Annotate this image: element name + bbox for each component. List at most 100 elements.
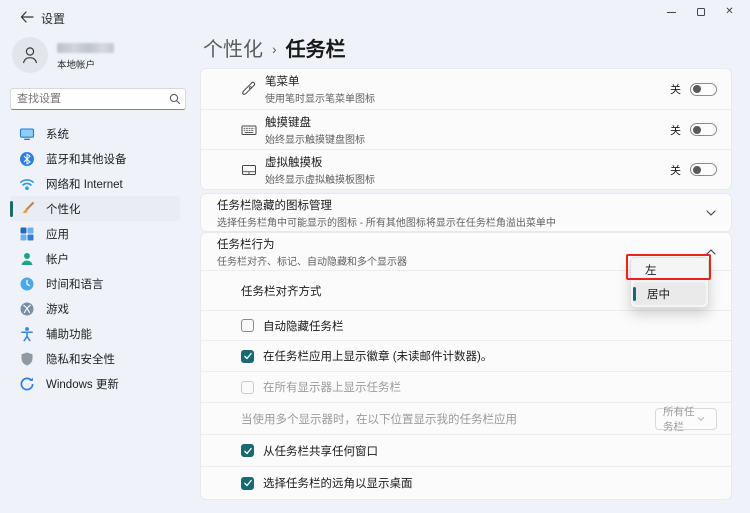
touch-keyboard-icon — [241, 122, 257, 138]
toggle-state-label: 关 — [670, 124, 681, 137]
avatar[interactable] — [12, 37, 48, 73]
pen-menu-toggle[interactable] — [690, 82, 717, 96]
row-title: 笔菜单 — [265, 76, 300, 88]
section-title: 任务栏隐藏的图标管理 — [217, 199, 332, 212]
checkbox-label: 在任务栏应用上显示徽章 (未读邮件计数器)。 — [263, 351, 493, 363]
sidebar-item-network[interactable]: 网络和 Internet — [10, 171, 180, 196]
chevron-up-icon[interactable] — [705, 246, 717, 258]
back-button[interactable] — [18, 8, 36, 26]
window-controls: ✕ — [657, 2, 744, 22]
checkbox-label: 选择任务栏的远角以显示桌面 — [263, 478, 413, 490]
minimize-button[interactable] — [657, 2, 686, 22]
auto-hide-row: 自动隐藏任务栏 — [201, 310, 731, 340]
account-type-label: 本地帐户 — [57, 60, 96, 71]
check-icon — [243, 479, 252, 487]
pen-menu-row: 笔菜单 使用笔时显示笔菜单图标 关 — [201, 69, 731, 109]
breadcrumb-parent[interactable]: 个性化 — [203, 33, 263, 62]
sidebar-item-bluetooth[interactable]: 蓝牙和其他设备 — [10, 146, 180, 171]
breadcrumb: 个性化 › 任务栏 — [203, 33, 346, 62]
bluetooth-icon — [19, 151, 35, 167]
multi-display-select: 所有任务栏 — [655, 406, 717, 433]
sidebar-item-accounts[interactable]: 帐户 — [10, 246, 180, 271]
page-title: 任务栏 — [285, 39, 346, 61]
taskbar-corner-icons-card: 笔菜单 使用笔时显示笔菜单图标 关 触摸键盘 始终显示触摸键盘图标 关 虚拟触摸… — [200, 68, 732, 190]
share-window-row: 从任务栏共享任何窗口 — [201, 434, 731, 466]
all-displays-checkbox — [241, 380, 254, 394]
checkbox-label: 自动隐藏任务栏 — [263, 320, 344, 333]
sidebar-item-label: 网络和 Internet — [46, 178, 123, 191]
touch-keyboard-toggle[interactable] — [690, 123, 717, 136]
check-icon — [243, 447, 252, 454]
sidebar-item-time-language[interactable]: 时间和语言 — [10, 271, 180, 296]
breadcrumb-separator-icon: › — [272, 40, 277, 57]
close-icon: ✕ — [725, 6, 734, 17]
alignment-option-left[interactable]: 左 — [631, 258, 708, 282]
personalization-icon — [19, 201, 35, 217]
select-value: 所有任务栏 — [663, 405, 695, 433]
toggle-knob — [693, 125, 701, 134]
chevron-down-icon[interactable] — [705, 207, 717, 219]
close-button[interactable]: ✕ — [715, 2, 744, 22]
sidebar-item-label: 隐私和安全性 — [46, 353, 115, 366]
virtual-touchpad-toggle[interactable] — [690, 163, 717, 176]
row-subtitle: 始终显示触摸键盘图标 — [265, 134, 365, 146]
toggle-state-label: 关 — [670, 84, 681, 96]
sidebar-item-gaming[interactable]: 游戏 — [10, 296, 180, 321]
settings-search[interactable] — [10, 88, 186, 110]
multi-display-row: 当使用多个显示器时，在以下位置显示我的任务栏应用 所有任务栏 — [201, 402, 731, 434]
sidebar-item-personalization[interactable]: 个性化 — [10, 196, 180, 221]
search-input[interactable] — [11, 93, 165, 105]
all-displays-row: 在所有显示器上显示任务栏 — [201, 371, 731, 402]
option-label: 居中 — [647, 288, 670, 301]
sidebar-item-system[interactable]: 系统 — [10, 121, 180, 146]
auto-hide-checkbox[interactable] — [241, 319, 254, 332]
virtual-touchpad-icon — [241, 162, 257, 178]
far-corner-checkbox[interactable] — [241, 476, 254, 490]
sidebar-item-label: 系统 — [46, 128, 69, 141]
sidebar-item-label: Windows 更新 — [46, 378, 119, 391]
row-subtitle: 使用笔时显示笔菜单图标 — [265, 94, 375, 105]
user-name-redacted — [57, 43, 114, 53]
sidebar-item-label: 帐户 — [46, 253, 69, 266]
sidebar-item-privacy[interactable]: 隐私和安全性 — [10, 346, 180, 371]
network-icon — [19, 176, 35, 192]
accessibility-icon — [19, 326, 35, 342]
windows-update-icon — [19, 376, 35, 392]
sidebar-item-label: 应用 — [46, 228, 69, 241]
sidebar-item-windows-update[interactable]: Windows 更新 — [10, 371, 180, 396]
chevron-down-icon — [697, 415, 709, 423]
sidebar-item-label: 辅助功能 — [46, 328, 92, 341]
share-window-checkbox[interactable] — [241, 444, 254, 457]
alignment-option-center[interactable]: 居中 — [633, 282, 706, 305]
sidebar-nav: 系统 蓝牙和其他设备 网络和 Internet 个性化 应用 帐户 时间和语言 … — [10, 121, 180, 396]
pen-icon — [241, 81, 257, 97]
time-language-icon — [19, 276, 35, 292]
back-arrow-icon — [20, 11, 34, 23]
checkbox-label: 从任务栏共享任何窗口 — [263, 445, 378, 458]
badges-checkbox[interactable] — [241, 349, 254, 363]
badges-row: 在任务栏应用上显示徽章 (未读邮件计数器)。 — [201, 340, 731, 371]
sidebar-item-label: 时间和语言 — [46, 278, 104, 291]
row-subtitle: 始终显示虚拟触摸板图标 — [265, 174, 375, 186]
toggle-knob — [693, 165, 701, 174]
touch-keyboard-row: 触摸键盘 始终显示触摸键盘图标 关 — [201, 109, 731, 149]
search-icon[interactable] — [165, 93, 185, 105]
gaming-icon — [19, 301, 35, 317]
sidebar-item-label: 个性化 — [46, 203, 81, 216]
user-icon — [22, 47, 38, 64]
sidebar-item-label: 蓝牙和其他设备 — [46, 153, 127, 166]
sidebar-item-accessibility[interactable]: 辅助功能 — [10, 321, 180, 346]
taskbar-overflow-card[interactable]: 任务栏隐藏的图标管理 选择任务栏角中可能显示的图标 - 所有其他图标将显示在任务… — [200, 193, 732, 232]
row-title: 虚拟触摸板 — [265, 156, 323, 169]
app-title: 设置 — [41, 12, 66, 26]
option-label: 左 — [645, 265, 657, 277]
privacy-shield-icon — [19, 351, 35, 367]
section-title: 任务栏行为 — [217, 238, 275, 251]
alignment-dropdown-flyout: 左 居中 — [630, 257, 709, 308]
virtual-touchpad-row: 虚拟触摸板 始终显示虚拟触摸板图标 关 — [201, 149, 731, 189]
sidebar-item-apps[interactable]: 应用 — [10, 221, 180, 246]
maximize-button[interactable] — [686, 2, 715, 22]
multi-display-label: 当使用多个显示器时，在以下位置显示我的任务栏应用 — [241, 413, 517, 426]
accounts-icon — [19, 251, 35, 267]
sidebar-item-label: 游戏 — [46, 303, 69, 316]
